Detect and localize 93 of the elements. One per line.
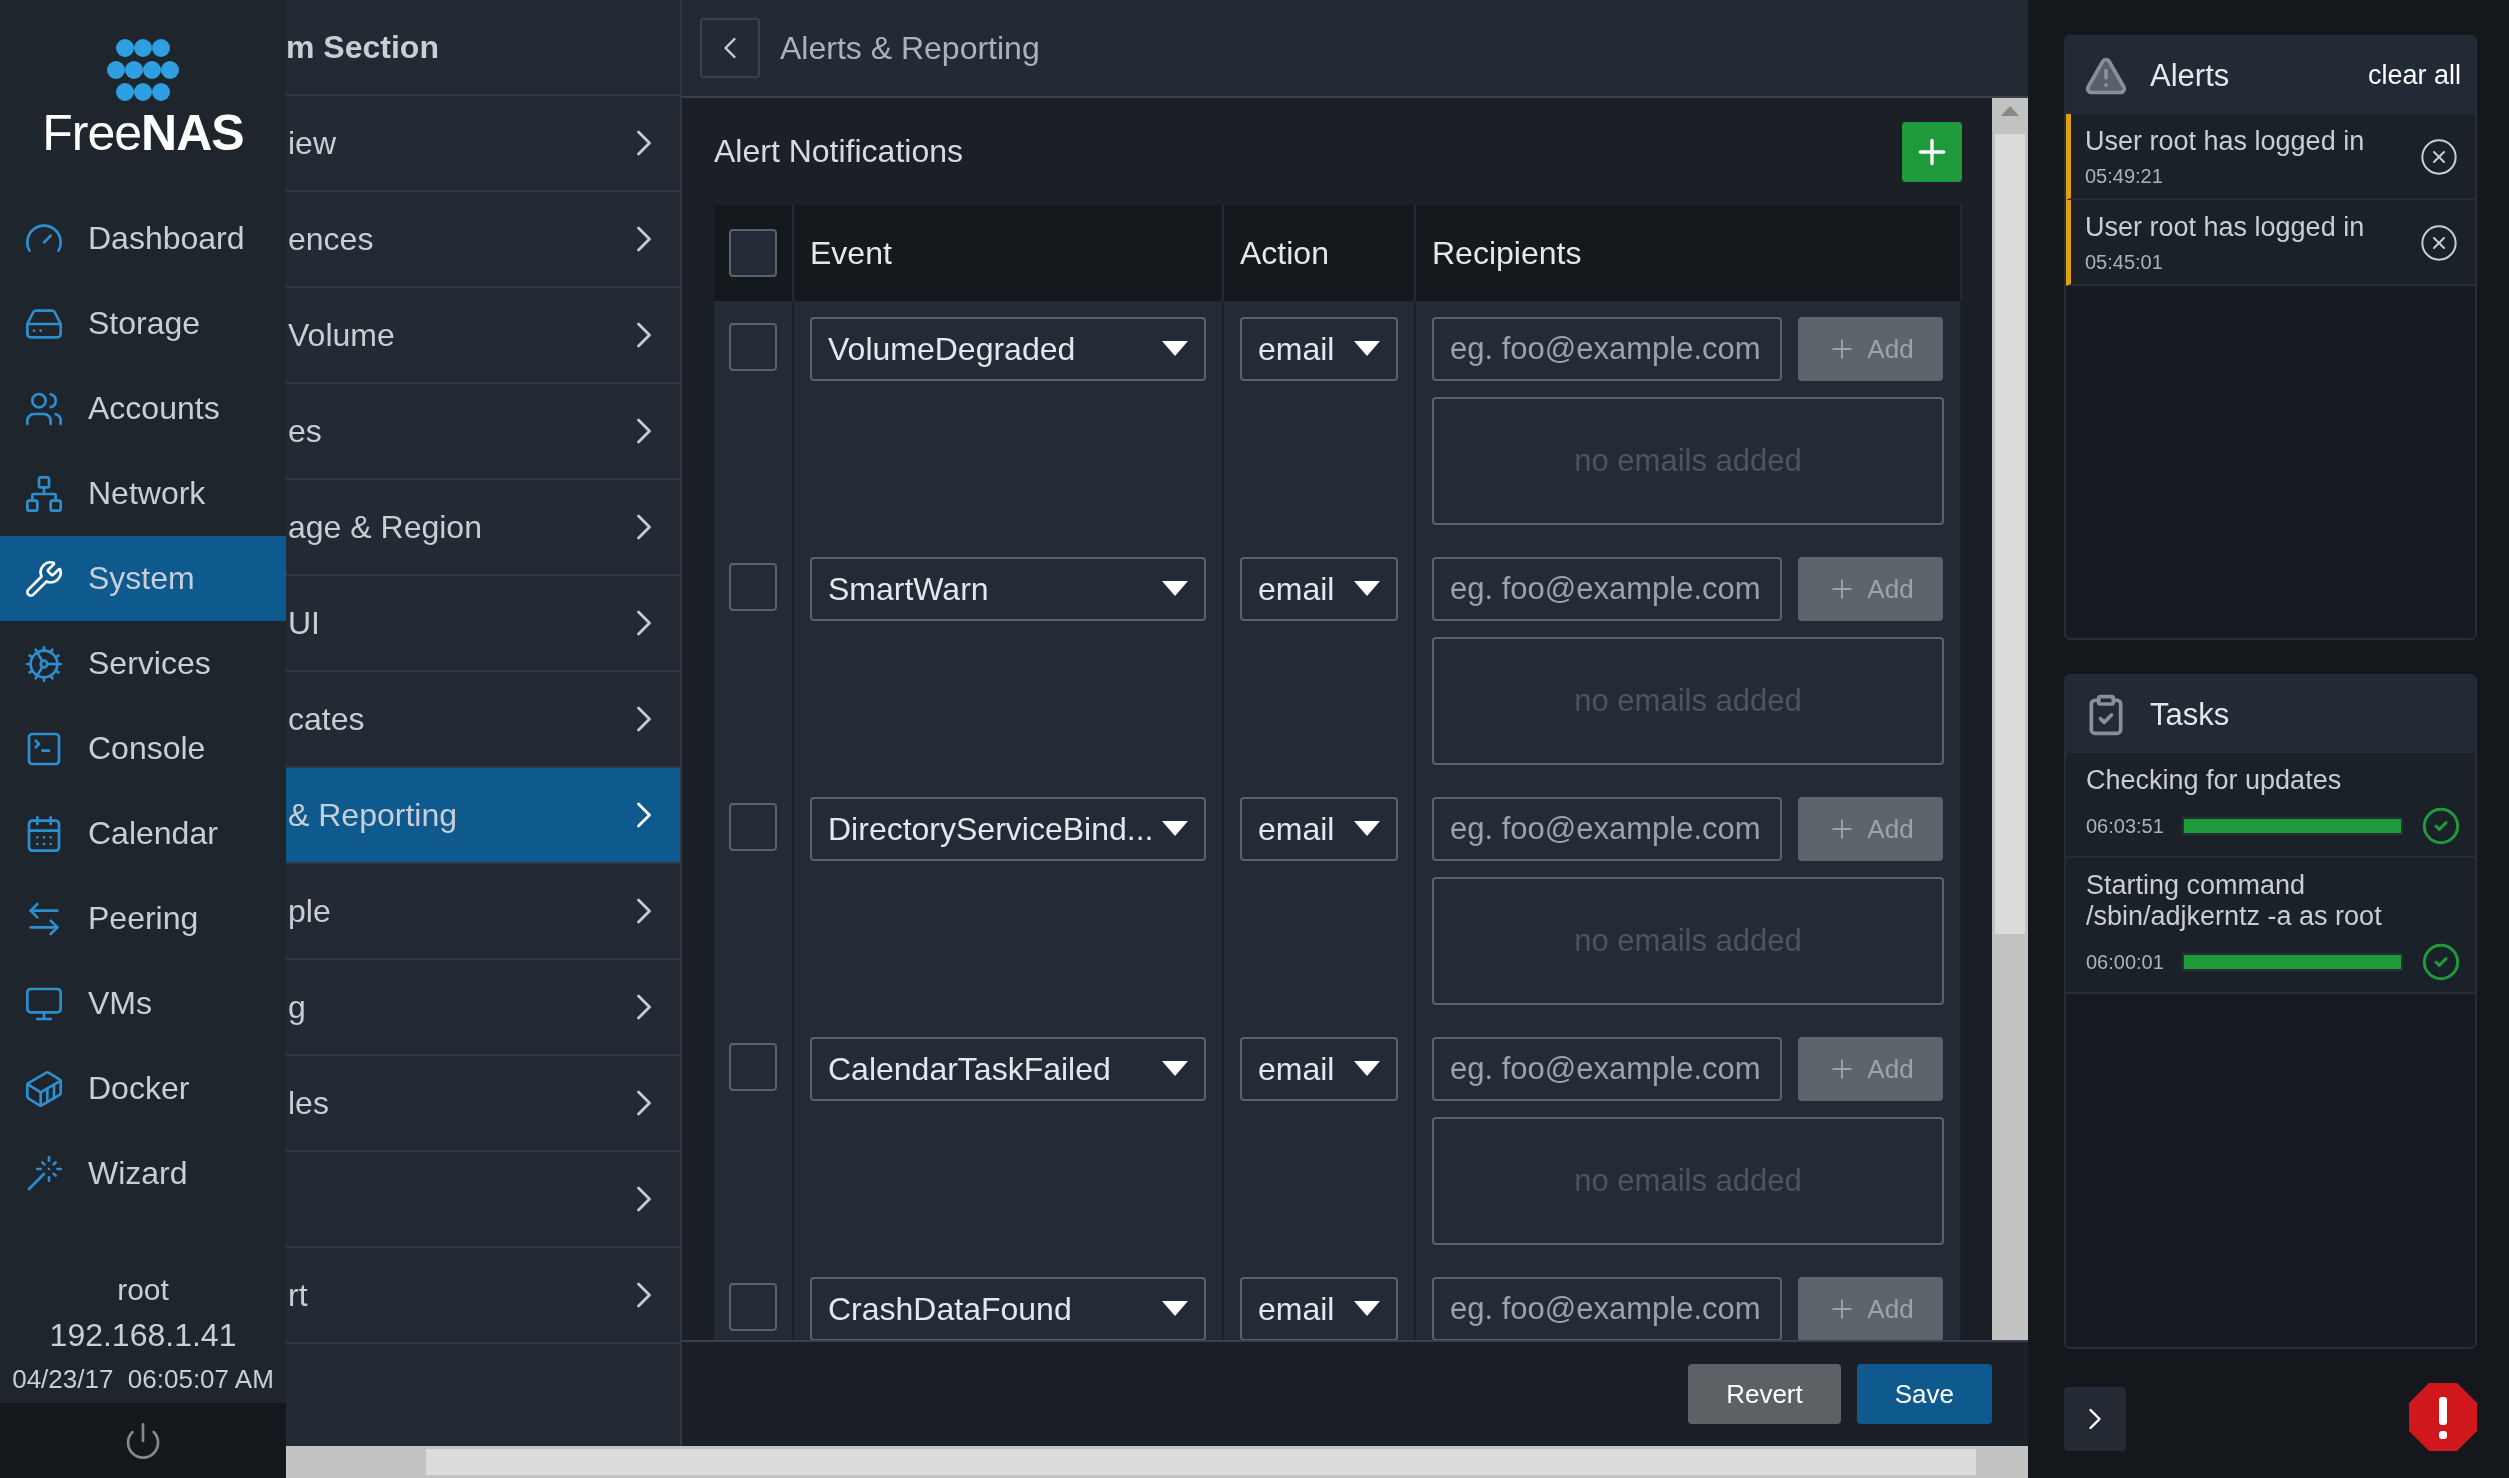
- nav-item[interactable]: Network: [0, 451, 286, 536]
- action-select[interactable]: email: [1240, 1277, 1398, 1340]
- submenu-item[interactable]: ences: [286, 192, 680, 288]
- checkbox[interactable]: [729, 323, 777, 371]
- nav-item[interactable]: Dashboard: [0, 196, 286, 281]
- task-message: Starting command /sbin/adjkerntz -a as root: [2086, 870, 2383, 932]
- nav-item[interactable]: Wizard: [0, 1131, 286, 1216]
- submenu-item[interactable]: ple: [286, 864, 680, 960]
- nav-item[interactable]: Peering: [0, 876, 286, 961]
- caret-icon: [1354, 1061, 1380, 1077]
- check-icon: [2421, 806, 2461, 846]
- expand-button[interactable]: [2064, 1387, 2126, 1451]
- action-select[interactable]: email: [1240, 317, 1398, 381]
- clear-all-link[interactable]: clear all: [2367, 60, 2461, 91]
- caret-icon: [1354, 821, 1380, 837]
- nav-item[interactable]: Accounts: [0, 366, 286, 451]
- action-select[interactable]: email: [1240, 1037, 1398, 1101]
- alert-time: 05:45:01: [2085, 251, 2164, 274]
- submenu-item[interactable]: age & Region: [286, 480, 680, 576]
- checkbox[interactable]: [729, 563, 777, 611]
- wrench-icon: [24, 558, 64, 599]
- caret-icon: [1162, 581, 1188, 597]
- task-time: 06:00:01: [2086, 950, 2164, 974]
- page-title: Alerts & Reporting: [780, 29, 1040, 67]
- event-select[interactable]: CrashDataFound: [810, 1277, 1206, 1340]
- submenu-item[interactable]: iew: [286, 96, 680, 192]
- add-button[interactable]: [1902, 121, 1962, 182]
- column-header: Event: [794, 205, 1224, 301]
- panel-title: Tasks: [2150, 696, 2231, 733]
- checkbox[interactable]: [729, 803, 777, 851]
- caret-icon: [1162, 821, 1188, 837]
- alert-message: User root has logged in: [2085, 126, 2366, 157]
- caret-icon: [1162, 341, 1188, 357]
- nav-item[interactable]: Services: [0, 621, 286, 706]
- nav-item[interactable]: System: [0, 536, 286, 621]
- checkbox[interactable]: [729, 1043, 777, 1091]
- alert-message: User root has logged in: [2085, 212, 2366, 243]
- submenu-item[interactable]: es: [286, 384, 680, 480]
- checkbox[interactable]: [729, 229, 777, 277]
- email-field[interactable]: eg. foo@example.com: [1432, 1037, 1782, 1101]
- caret-icon: [1354, 341, 1380, 357]
- vertical-scrollbar[interactable]: [1992, 98, 2028, 1340]
- caret-icon: [1162, 1061, 1188, 1077]
- submenu-item[interactable]: Volume: [286, 288, 680, 384]
- section-title: m Section: [286, 28, 439, 66]
- close-icon[interactable]: [2419, 223, 2459, 263]
- email-field[interactable]: eg. foo@example.com: [1432, 557, 1782, 621]
- task-time: 06:03:51: [2086, 814, 2164, 838]
- date-time: 04/23/17 06:05:07 AM: [12, 1364, 274, 1395]
- nav-item[interactable]: Calendar: [0, 791, 286, 876]
- submenu-item[interactable]: rt: [286, 1248, 680, 1344]
- ip-address: 192.168.1.41: [49, 1317, 237, 1354]
- email-field[interactable]: eg. foo@example.com: [1432, 797, 1782, 861]
- action-select[interactable]: email: [1240, 797, 1398, 861]
- submenu-item[interactable]: & Reporting: [286, 768, 680, 864]
- event-select[interactable]: CalendarTaskFailed: [810, 1037, 1206, 1101]
- checkbox[interactable]: [729, 1283, 777, 1331]
- nav-item[interactable]: Docker: [0, 1046, 286, 1131]
- panel-title: Alerts: [2150, 57, 2231, 94]
- nav-item[interactable]: Console: [0, 706, 286, 791]
- event-select[interactable]: VolumeDegraded: [810, 317, 1206, 381]
- caret-icon: [1162, 1301, 1188, 1317]
- task-message: Checking for updates: [2086, 765, 2343, 796]
- close-icon[interactable]: [2419, 137, 2459, 177]
- submenu-item[interactable]: les: [286, 1056, 680, 1152]
- column-header: Recipients: [1416, 205, 1962, 301]
- network-icon: [24, 473, 64, 514]
- column-header: Action: [1224, 205, 1416, 301]
- nav-item[interactable]: VMs: [0, 961, 286, 1046]
- check-icon: [2421, 942, 2461, 982]
- logo-text: FreeNAS: [42, 108, 244, 158]
- section-heading: Alert Notifications: [714, 133, 963, 170]
- scroll-up-icon[interactable]: [2001, 104, 2019, 116]
- username: root: [117, 1273, 169, 1307]
- alert-time: 05:49:21: [2085, 165, 2164, 188]
- action-select[interactable]: email: [1240, 557, 1398, 621]
- event-select[interactable]: SmartWarn: [810, 557, 1206, 621]
- event-select[interactable]: DirectoryServiceBind...: [810, 797, 1206, 861]
- logo-icon: [105, 38, 181, 102]
- back-button[interactable]: [700, 18, 760, 78]
- horizontal-scrollbar[interactable]: [286, 1446, 2028, 1478]
- save-button[interactable]: Save: [1856, 1364, 1992, 1424]
- gear-icon: [24, 643, 64, 684]
- revert-button[interactable]: Revert: [1688, 1364, 1841, 1424]
- email-field[interactable]: eg. foo@example.com: [1432, 1277, 1782, 1340]
- email-field[interactable]: eg. foo@example.com: [1432, 317, 1782, 381]
- nav-item[interactable]: Storage: [0, 281, 286, 366]
- container-icon: [24, 1068, 64, 1109]
- submenu-item[interactable]: UI: [286, 576, 680, 672]
- error-icon[interactable]: [2409, 1383, 2477, 1451]
- caret-icon: [1354, 1301, 1380, 1317]
- caret-icon: [1354, 581, 1380, 597]
- submenu-item[interactable]: g: [286, 960, 680, 1056]
